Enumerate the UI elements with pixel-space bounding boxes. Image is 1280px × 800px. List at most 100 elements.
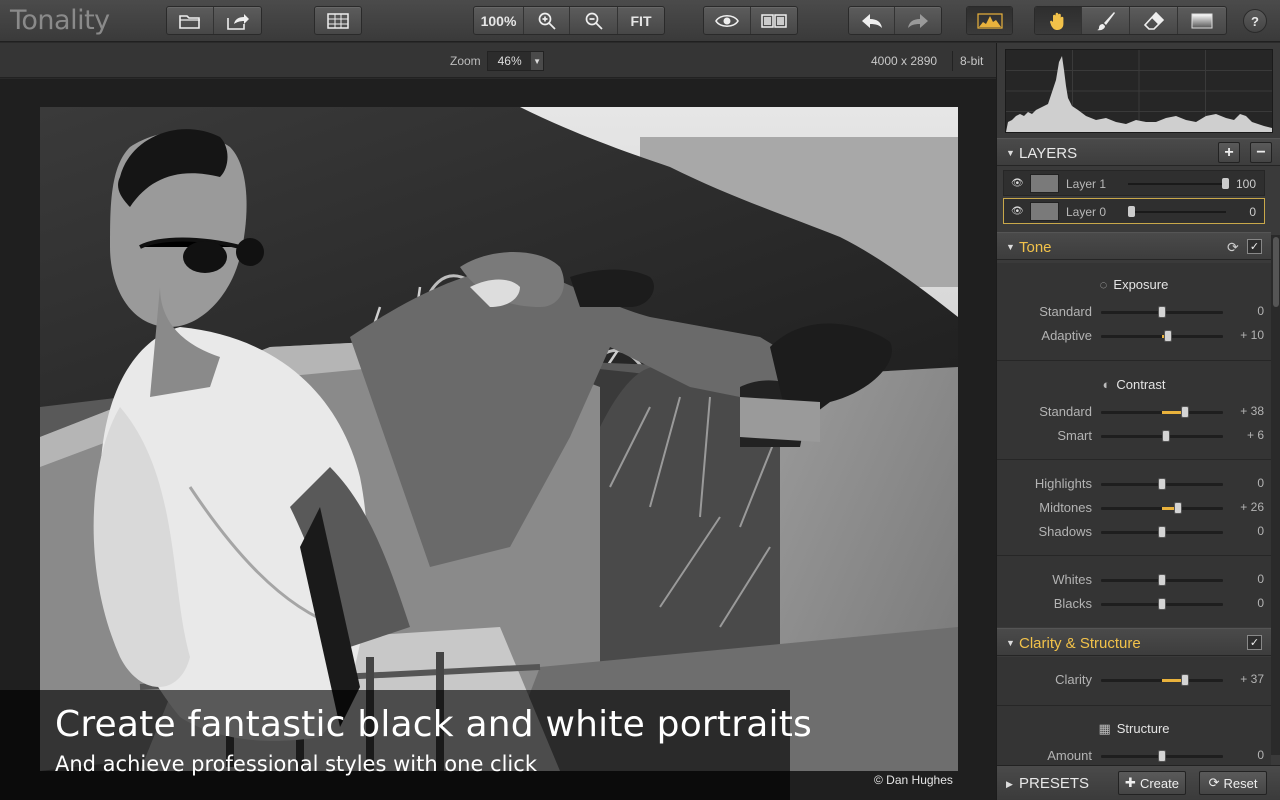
contrast-standard-slider[interactable]: Standard + 38 — [997, 402, 1271, 422]
zoom-in-icon — [538, 12, 556, 30]
zoom-select[interactable]: 46% ▼ — [487, 51, 544, 71]
layer-row-0[interactable]: 👁 Layer 0 0 — [1003, 198, 1265, 224]
eraser-icon — [1143, 11, 1164, 30]
add-layer-button[interactable]: + — [1218, 142, 1240, 163]
slider-knob[interactable] — [1158, 478, 1166, 490]
clarity-enable-checkbox[interactable]: ✓ — [1247, 635, 1262, 650]
panel-scrollbar[interactable] — [1271, 235, 1280, 755]
hand-tool-button[interactable] — [1035, 7, 1082, 34]
slider-knob[interactable] — [1158, 750, 1166, 762]
highlights-slider[interactable]: Highlights 0 — [997, 474, 1271, 494]
slider-label: Shadows — [1038, 524, 1092, 539]
tone-controls: ◌ Exposure Standard 0 Adaptive + 10 ◐ Contra… — [997, 263, 1271, 627]
clarity-header[interactable]: ▼ Clarity & Structure ✓ — [997, 628, 1271, 656]
layers-title: LAYERS — [1019, 145, 1078, 162]
eye-icon[interactable]: 👁 — [1011, 206, 1024, 217]
slider-knob[interactable] — [1161, 430, 1170, 442]
zoom-100-button[interactable]: 100% — [474, 7, 524, 34]
eraser-tool-button[interactable] — [1130, 7, 1178, 34]
contrast-heading: ◐ Contrast — [997, 377, 1271, 392]
open-file-button[interactable] — [167, 7, 214, 34]
layer-opacity-slider[interactable] — [1128, 211, 1226, 213]
blacks-slider[interactable]: Blacks 0 — [997, 594, 1271, 614]
fit-button[interactable]: FIT — [618, 7, 664, 34]
remove-layer-button[interactable]: − — [1250, 142, 1272, 163]
collapse-triangle-icon: ▼ — [1006, 148, 1015, 158]
layers-header[interactable]: ▼ LAYERS + − — [997, 138, 1280, 166]
reset-label: Reset — [1223, 775, 1258, 791]
slider-knob[interactable] — [1222, 178, 1229, 189]
slider-knob[interactable] — [1158, 598, 1166, 610]
structure-amount-slider[interactable]: Amount 0 — [997, 746, 1271, 766]
tone-header[interactable]: ▼ Tone ⟳ ✓ — [997, 232, 1271, 260]
caption-title: Create fantastic black and white portrai… — [55, 704, 812, 745]
clarity-slider[interactable]: Clarity + 37 — [997, 670, 1271, 690]
shadows-slider[interactable]: Shadows 0 — [997, 522, 1271, 542]
presets-title[interactable]: PRESETS — [1019, 775, 1089, 792]
zoom-value: 46% — [497, 54, 522, 68]
histogram-toggle-button[interactable] — [967, 7, 1012, 34]
scrollbar-thumb[interactable] — [1273, 237, 1279, 307]
slider-label: Midtones — [1039, 500, 1092, 515]
exposure-icon: ◌ — [1099, 277, 1108, 292]
export-button[interactable] — [214, 7, 261, 34]
whites-slider[interactable]: Whites 0 — [997, 570, 1271, 590]
slider-label: Clarity — [1055, 672, 1092, 687]
slider-value: 0 — [1257, 748, 1264, 762]
zoom-out-icon — [585, 12, 603, 30]
slider-knob[interactable] — [1128, 206, 1135, 217]
reset-icon[interactable]: ⟳ — [1227, 239, 1239, 256]
zoom-status-bar: Zoom 46% ▼ 4000 x 2890 8-bit — [0, 43, 996, 78]
slider-knob[interactable] — [1158, 306, 1166, 318]
slider-label: Adaptive — [1041, 328, 1092, 343]
layer-opacity-slider[interactable] — [1128, 183, 1226, 185]
slider-knob[interactable] — [1181, 406, 1190, 418]
preview-toggle-button[interactable] — [704, 7, 751, 34]
gradient-icon — [1191, 13, 1213, 28]
midtones-slider[interactable]: Midtones + 26 — [997, 498, 1271, 518]
help-button[interactable]: ? — [1243, 9, 1267, 33]
reset-button[interactable]: ⟳ Reset — [1199, 771, 1267, 795]
create-preset-button[interactable]: ✚ Create — [1118, 771, 1186, 795]
exposure-standard-slider[interactable]: Standard 0 — [997, 302, 1271, 322]
divider — [997, 459, 1271, 460]
slider-knob[interactable] — [1180, 674, 1189, 686]
clarity-controls: Clarity + 37 ▦ Structure Amount 0 — [997, 657, 1271, 765]
expand-triangle-icon[interactable]: ▶ — [1006, 779, 1013, 790]
slider-knob[interactable] — [1164, 330, 1173, 342]
app-title: Tonality — [10, 5, 110, 36]
tool-button-group — [1034, 6, 1227, 35]
compare-view-button[interactable] — [751, 7, 797, 34]
image-canvas[interactable]: Create fantastic black and white portrai… — [0, 79, 996, 800]
slider-knob[interactable] — [1173, 502, 1182, 514]
brush-tool-button[interactable] — [1082, 7, 1130, 34]
caption-subtitle: And achieve professional styles with one… — [55, 752, 537, 776]
slider-label: Smart — [1057, 428, 1092, 443]
contrast-smart-slider[interactable]: Smart + 6 — [997, 426, 1271, 446]
layer-thumbnail — [1030, 174, 1059, 193]
redo-button[interactable] — [895, 7, 941, 34]
divider — [997, 555, 1271, 556]
tone-title: Tone — [1019, 239, 1052, 256]
slider-knob[interactable] — [1158, 526, 1166, 538]
chevron-down-icon: ▼ — [531, 52, 543, 70]
structure-heading: ▦ Structure — [997, 721, 1271, 737]
slider-label: Highlights — [1034, 476, 1092, 491]
zoom-in-button[interactable] — [524, 7, 570, 34]
share-icon — [226, 13, 249, 30]
eye-icon[interactable]: 👁 — [1011, 178, 1024, 189]
grid-overlay-button[interactable] — [315, 7, 361, 34]
tone-enable-checkbox[interactable]: ✓ — [1247, 239, 1262, 254]
zoom-out-button[interactable] — [570, 7, 618, 34]
gradient-tool-button[interactable] — [1178, 7, 1226, 34]
layer-name: Layer 0 — [1066, 205, 1107, 219]
exposure-adaptive-slider[interactable]: Adaptive + 10 — [997, 326, 1271, 346]
slider-value: + 10 — [1240, 328, 1264, 342]
zoom-button-group: 100% FIT — [473, 6, 665, 35]
slider-knob[interactable] — [1158, 574, 1166, 586]
undo-button[interactable] — [849, 7, 895, 34]
slider-value: 0 — [1257, 476, 1264, 490]
layer-row-1[interactable]: 👁 Layer 1 100 — [1003, 170, 1265, 196]
collapse-triangle-icon: ▼ — [1006, 638, 1015, 648]
plus-icon: ✚ — [1125, 775, 1136, 790]
